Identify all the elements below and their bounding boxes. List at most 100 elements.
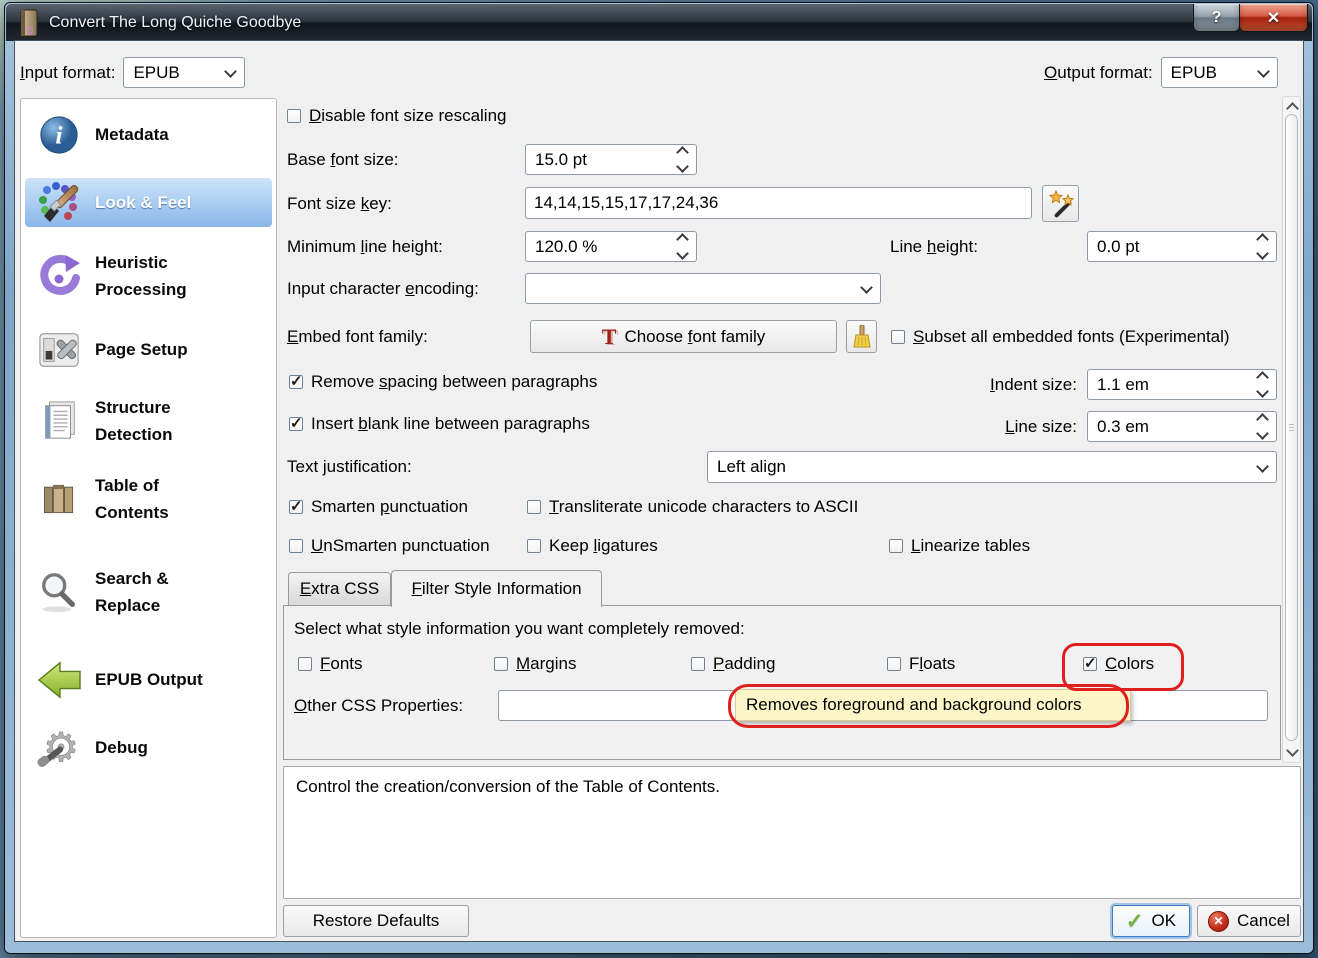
filter-margins-option: Margins — [494, 652, 576, 676]
spin-down-icon[interactable] — [676, 160, 689, 173]
tab-extra-css[interactable]: Extra CSS — [288, 572, 391, 605]
scrollbar-down-icon[interactable] — [1286, 744, 1299, 757]
font-rescale-wizard-button[interactable] — [1042, 185, 1079, 222]
output-format-select[interactable]: EPUB — [1160, 57, 1278, 88]
filter-margins-checkbox[interactable] — [494, 657, 508, 671]
sidebar-item-look-and-feel[interactable]: Look & Feel — [25, 178, 272, 227]
filter-floats-label[interactable]: Floats — [909, 654, 955, 674]
smarten-punctuation-checkbox[interactable] — [289, 497, 303, 515]
subset-fonts-label[interactable]: Subset all embedded fonts (Experimental) — [913, 327, 1230, 347]
spin-up-icon[interactable] — [1256, 371, 1269, 384]
ok-button[interactable]: ✓ OK — [1112, 905, 1190, 937]
filter-colors-label[interactable]: Colors — [1105, 654, 1154, 674]
transliterate-label[interactable]: Transliterate unicode characters to ASCI… — [549, 497, 858, 517]
remove-spacing-checkbox[interactable] — [289, 372, 303, 390]
scrollbar-up-icon[interactable] — [1286, 102, 1299, 115]
smarten-punctuation-label[interactable]: Smarten punctuation — [311, 497, 468, 517]
spin-down-icon[interactable] — [676, 247, 689, 260]
subset-fonts-checkbox[interactable] — [891, 329, 905, 344]
filter-floats-option: Floats — [887, 652, 955, 676]
convert-dialog: c Convert The Long Quiche Goodbye ? ✕ In… — [4, 2, 1314, 954]
spin-up-icon[interactable] — [1256, 413, 1269, 426]
sidebar-item-label: EPUB Output — [95, 670, 203, 690]
help-button[interactable]: ? — [1193, 4, 1240, 32]
title-bar[interactable]: c Convert The Long Quiche Goodbye ? ✕ — [6, 4, 1312, 41]
font-size-key-input[interactable] — [525, 187, 1032, 219]
ok-label: OK — [1151, 911, 1177, 930]
restore-defaults-button[interactable]: Restore Defaults — [283, 905, 469, 937]
gear-icon: ⚙ — [35, 725, 83, 771]
main-scrollbar[interactable] — [1282, 96, 1301, 763]
sidebar-item-page-setup[interactable]: Page Setup — [25, 326, 272, 374]
magnifier-icon — [35, 569, 83, 615]
sidebar-item-label: Debug — [95, 738, 148, 758]
broom-icon — [852, 324, 871, 347]
spin-down-icon[interactable] — [1256, 247, 1269, 260]
desktop: c Convert The Long Quiche Goodbye ? ✕ In… — [0, 0, 1318, 958]
output-format-row: Output format: EPUB — [1044, 57, 1278, 88]
filter-fonts-label[interactable]: Fonts — [320, 654, 363, 674]
filter-colors-checkbox[interactable] — [1083, 654, 1097, 672]
book-convert-icon: c — [18, 8, 40, 38]
spin-down-icon[interactable] — [1256, 427, 1269, 440]
linearize-tables-label[interactable]: Linearize tables — [911, 536, 1030, 556]
text-justification-select[interactable]: Left align — [707, 451, 1277, 483]
close-button[interactable]: ✕ — [1239, 4, 1308, 32]
base-font-size-label-row: Base font size: — [287, 144, 399, 175]
min-line-height-spinner[interactable]: 120.0 % — [525, 231, 697, 262]
min-line-height-label: Minimum line height: — [287, 236, 443, 256]
input-encoding-select[interactable] — [525, 273, 881, 304]
spin-up-icon[interactable] — [1256, 233, 1269, 246]
help-icon: ? — [1211, 8, 1222, 26]
sidebar-item-debug[interactable]: ⚙ Debug — [25, 724, 272, 772]
cancel-button[interactable]: ✕ Cancel — [1197, 905, 1301, 937]
section-description-box: Control the creation/conversion of the T… — [283, 766, 1301, 899]
spin-down-icon[interactable] — [1256, 385, 1269, 398]
transliterate-checkbox[interactable] — [527, 500, 541, 514]
text-justification-value: Left align — [717, 457, 786, 476]
sidebar-item-search-replace[interactable]: Search & Replace — [25, 549, 272, 635]
indent-size-value: 1.1 em — [1097, 374, 1149, 394]
filter-fonts-checkbox[interactable] — [298, 657, 312, 671]
sidebar-item-table-of-contents[interactable]: Table of Contents — [25, 470, 272, 528]
filter-margins-label[interactable]: Margins — [516, 654, 576, 674]
disable-rescaling-checkbox[interactable] — [287, 109, 301, 123]
scrollbar-thumb[interactable] — [1285, 114, 1298, 741]
input-format-select[interactable]: EPUB — [123, 57, 246, 88]
clear-font-family-button[interactable] — [846, 320, 877, 353]
embed-font-label-row: Embed font family: — [287, 320, 428, 353]
unsmarten-punctuation-label[interactable]: UnSmarten punctuation — [311, 536, 490, 556]
sidebar-item-structure-detection[interactable]: Structure Detection — [25, 392, 272, 450]
line-height-label: Line height: — [890, 236, 978, 256]
keep-ligatures-checkbox[interactable] — [527, 539, 541, 553]
indent-size-spinner[interactable]: 1.1 em — [1087, 369, 1277, 400]
line-size-spinner[interactable]: 0.3 em — [1087, 411, 1277, 442]
insert-blank-line-label[interactable]: Insert blank line between paragraphs — [311, 414, 590, 434]
insert-blank-line-checkbox[interactable] — [289, 414, 303, 432]
line-height-spinner[interactable]: 0.0 pt — [1087, 231, 1277, 262]
tab-filter-style-information[interactable]: Filter Style Information — [391, 570, 602, 607]
base-font-size-spinner[interactable]: 15.0 pt — [525, 144, 697, 175]
spin-up-icon[interactable] — [676, 146, 689, 159]
spin-up-icon[interactable] — [676, 233, 689, 246]
disable-rescaling-label[interactable]: Disable font size rescaling — [309, 106, 507, 126]
input-format-label: Input format: — [20, 62, 116, 82]
linearize-tables-checkbox[interactable] — [889, 539, 903, 553]
sidebar-item-epub-output[interactable]: EPUB Output — [25, 656, 272, 704]
info-icon: i — [35, 112, 83, 158]
keep-ligatures-label[interactable]: Keep ligatures — [549, 536, 658, 556]
sidebar-item-heuristic-processing[interactable]: Heuristic Processing — [25, 247, 272, 305]
sidebar-item-label: Table of Contents — [95, 475, 169, 522]
disable-rescaling-option: Disable font size rescaling — [287, 105, 507, 127]
text-justification-label: Text justification: — [287, 457, 412, 476]
page-setup-icon — [35, 327, 83, 373]
line-height-label-row: Line height: — [890, 231, 978, 262]
filter-padding-label[interactable]: Padding — [713, 654, 775, 674]
unsmarten-punctuation-checkbox[interactable] — [289, 539, 303, 553]
sidebar-item-metadata[interactable]: i Metadata — [25, 111, 272, 159]
filter-padding-checkbox[interactable] — [691, 657, 705, 671]
filter-fonts-option: Fonts — [298, 652, 363, 676]
choose-font-family-button[interactable]: T Choose font family — [530, 320, 837, 353]
remove-spacing-label[interactable]: Remove spacing between paragraphs — [311, 372, 597, 392]
filter-floats-checkbox[interactable] — [887, 657, 901, 671]
